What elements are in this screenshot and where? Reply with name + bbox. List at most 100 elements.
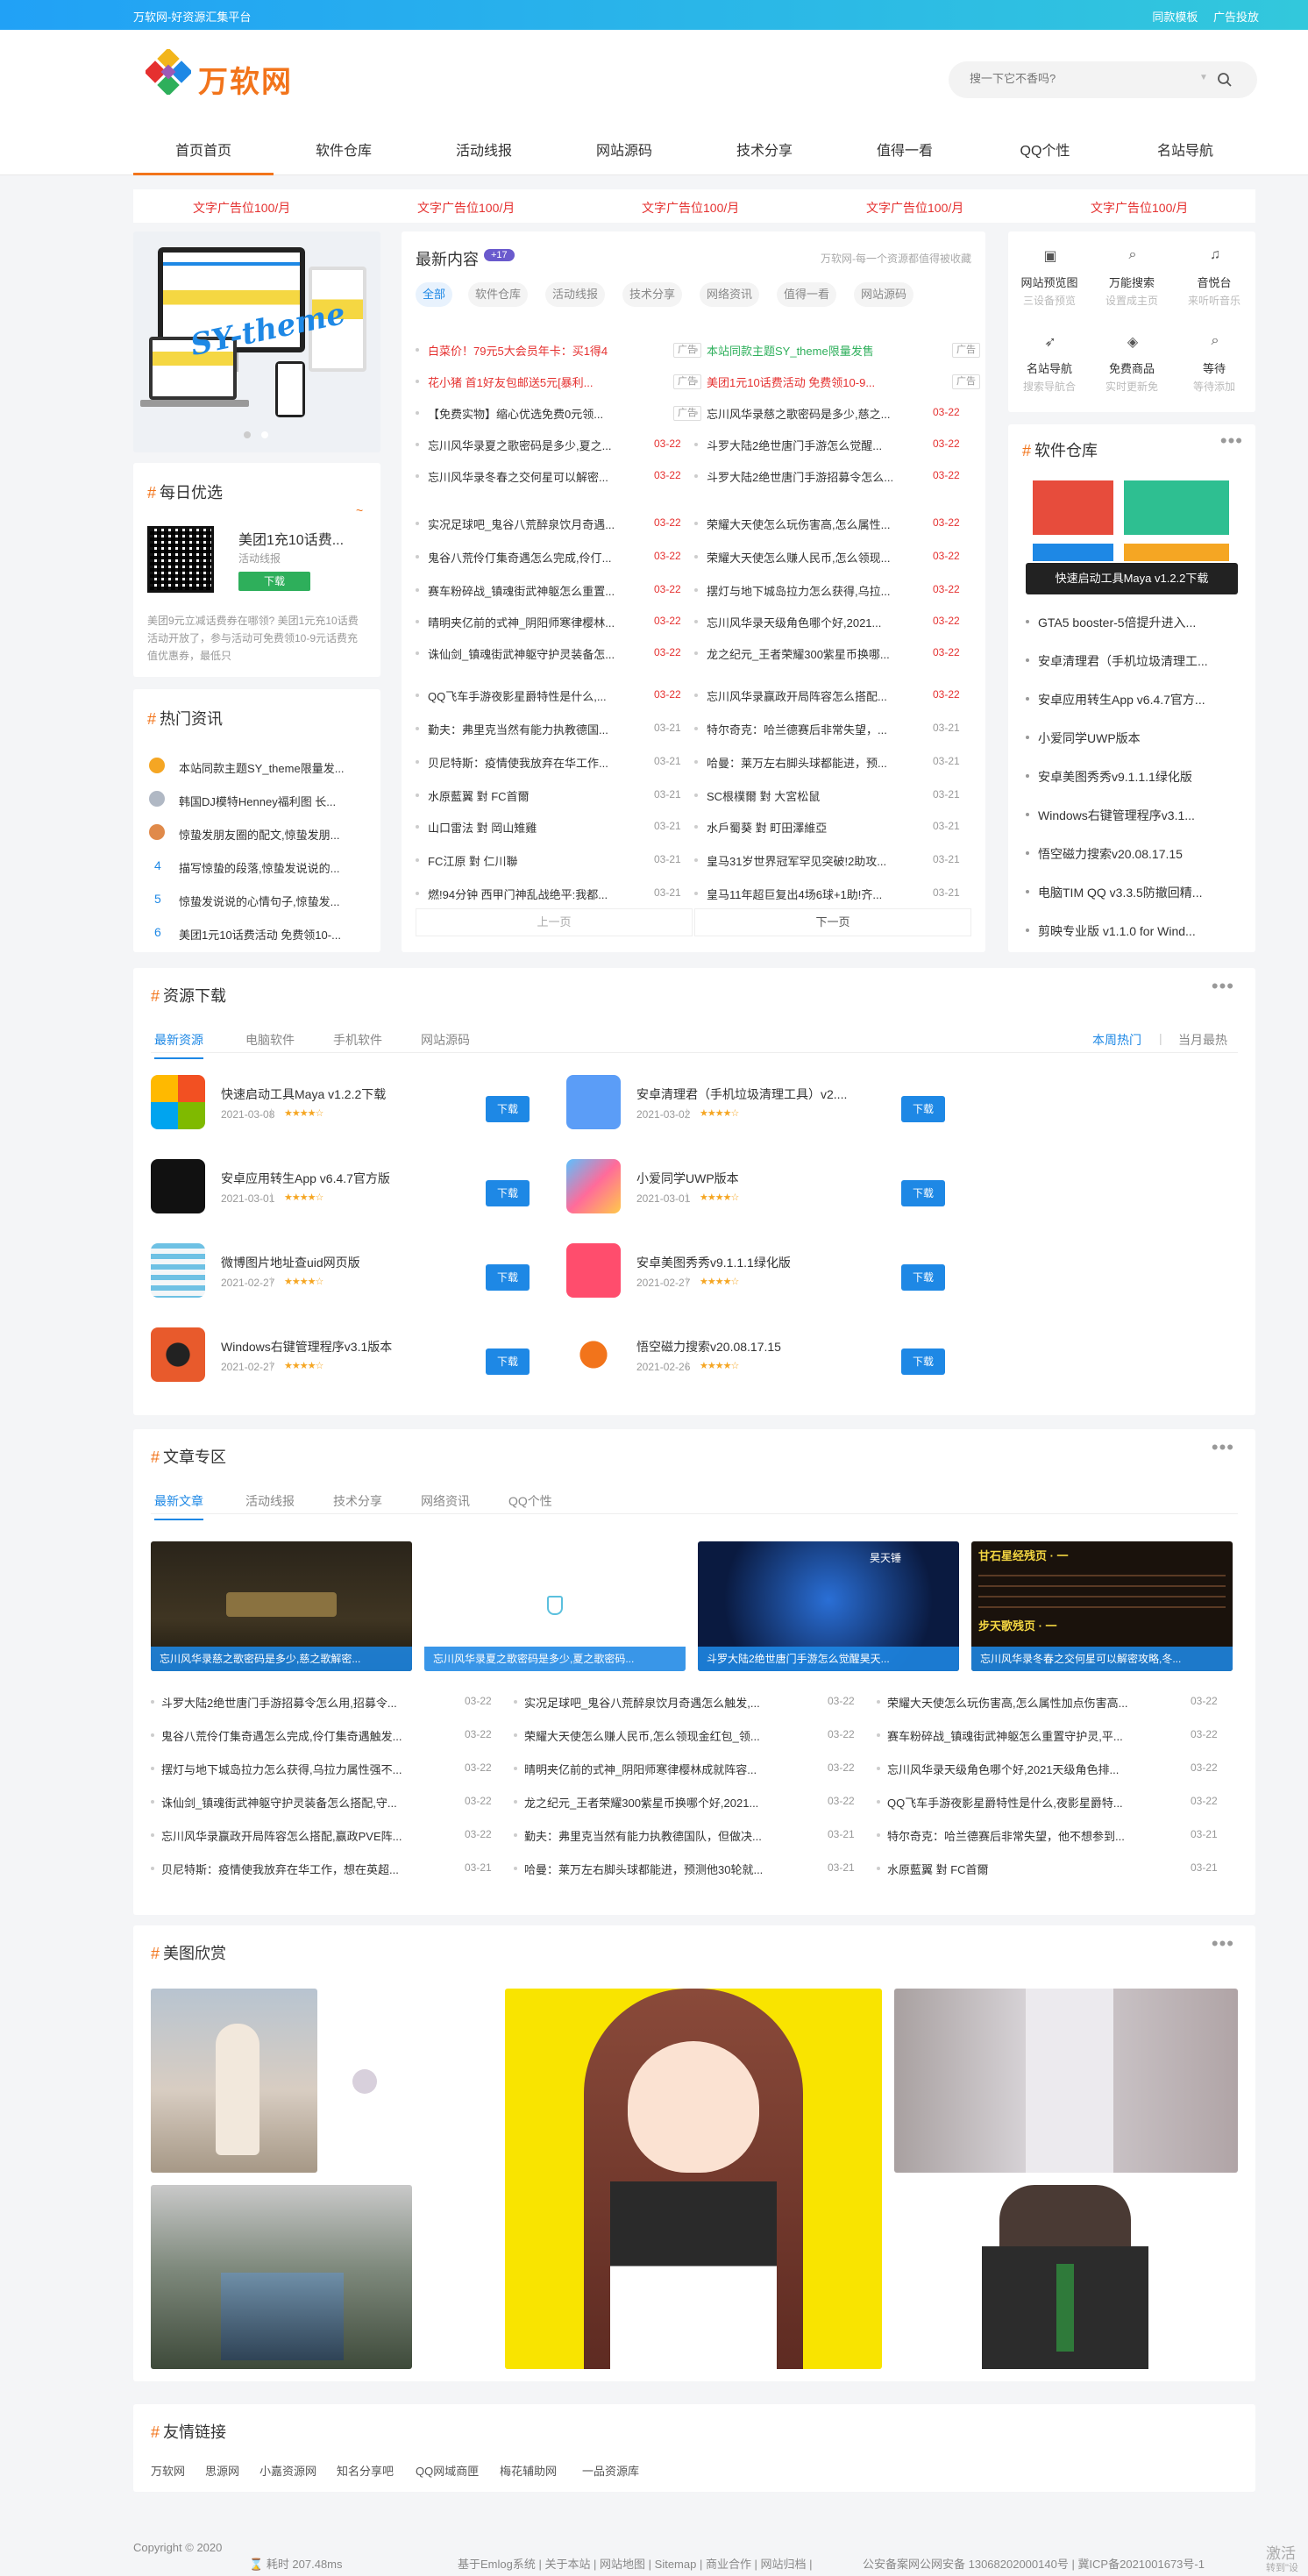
software-link[interactable]: Windows右键管理程序v3.1...: [1038, 807, 1241, 824]
download-button[interactable]: 下载: [901, 1264, 945, 1291]
quick-link-icon[interactable]: ➶: [1040, 333, 1061, 351]
carousel-dot[interactable]: [261, 431, 268, 438]
software-link[interactable]: 剪映专业版 v1.1.0 for Wind...: [1038, 922, 1241, 940]
gallery-photo[interactable]: [894, 1989, 1238, 2173]
nav-worth[interactable]: 值得一看: [835, 130, 975, 175]
article-link[interactable]: 斗罗大陆2绝世唐门手游招募令怎么用,招募令...: [161, 1694, 456, 1711]
more-icon[interactable]: •••: [1212, 975, 1234, 998]
article-link[interactable]: 荣耀大天使怎么赚人民币,怎么领现金红包_领...: [524, 1727, 819, 1744]
hot-news-link[interactable]: 描写惊蛰的段落,惊蛰发说说的...: [179, 859, 370, 876]
quick-link-icon[interactable]: ◈: [1122, 333, 1143, 351]
theme-banner[interactable]: SY-theme: [133, 231, 380, 452]
hot-news-link[interactable]: 惊蛰发朋友圈的配文,惊蛰发朋...: [179, 826, 370, 843]
friend-link[interactable]: 知名分享吧: [337, 2462, 394, 2479]
next-page-button[interactable]: 下一页: [694, 908, 971, 936]
softlib-overlay[interactable]: 快速启动工具Maya v1.2.2下载: [1026, 563, 1238, 594]
hot-news-link[interactable]: 韩国DJ模特Henney福利图 长...: [179, 793, 370, 809]
latest-tab[interactable]: 值得一看: [777, 282, 837, 307]
resource-title[interactable]: 安卓应用转生App v6.4.7官方版: [221, 1170, 484, 1187]
latest-link[interactable]: 本站同款主题SY_theme限量发售: [707, 342, 917, 359]
resource-title[interactable]: 安卓清理君（手机垃圾清理工具）v2....: [636, 1085, 899, 1103]
ad-slot[interactable]: 文字广告位100/月: [193, 199, 290, 217]
quick-link-title[interactable]: 网站预览图: [1008, 274, 1091, 290]
resource-tab[interactable]: 电脑软件: [245, 1031, 295, 1049]
software-link[interactable]: 安卓清理君（手机垃圾清理工...: [1038, 652, 1241, 670]
resource-tab[interactable]: 最新资源: [154, 1031, 203, 1059]
quick-link-title[interactable]: 名站导航: [1008, 359, 1091, 376]
hot-news-link[interactable]: 美团1元10话费活动 免费领10-...: [179, 926, 370, 943]
article-link[interactable]: 龙之纪元_王者荣耀300紫星币换哪个好,2021...: [524, 1794, 819, 1811]
resource-tab-monthly[interactable]: 当月最热: [1178, 1031, 1227, 1049]
resource-tab[interactable]: 网站源码: [421, 1031, 470, 1049]
article-thumb[interactable]: 昊天锤 斗罗大陆2绝世唐门手游怎么觉醒昊天...: [698, 1541, 959, 1671]
software-link[interactable]: 安卓美图秀秀v9.1.1.1绿化版: [1038, 768, 1241, 786]
latest-link[interactable]: 荣耀大天使怎么玩伤害高,怎么属性...: [707, 516, 917, 532]
nav-home[interactable]: 首页首页: [133, 130, 274, 175]
app-icon[interactable]: [151, 1075, 205, 1129]
software-link[interactable]: 电脑TIM QQ v3.3.5防撤回精...: [1038, 884, 1241, 901]
latest-tab[interactable]: 活动线报: [545, 282, 606, 307]
nav-software[interactable]: 软件仓库: [274, 130, 414, 175]
latest-link[interactable]: 忘川风华录天级角色哪个好,2021...: [707, 614, 917, 630]
article-link[interactable]: 忘川风华录赢政开局阵容怎么搭配,赢政PVE阵...: [161, 1827, 456, 1844]
resource-title[interactable]: 小爱同学UWP版本: [636, 1170, 899, 1187]
article-tab[interactable]: 最新文章: [154, 1492, 203, 1520]
article-link[interactable]: 实况足球吧_鬼谷八荒醉泉饮月奇遇怎么触发,...: [524, 1694, 819, 1711]
resource-tab-weekly[interactable]: 本周热门: [1092, 1031, 1141, 1049]
latest-tab[interactable]: 网络资讯: [700, 282, 760, 307]
quick-link-icon[interactable]: ▣: [1040, 247, 1061, 265]
resource-tab[interactable]: 手机软件: [333, 1031, 382, 1049]
article-link[interactable]: 摆灯与地下城岛拉力怎么获得,乌拉力属性强不...: [161, 1761, 456, 1777]
latest-link[interactable]: 哈曼：莱万左右脚头球都能进，预...: [707, 754, 917, 771]
latest-link[interactable]: 龙之纪元_王者荣耀300紫星币换哪...: [707, 645, 917, 662]
resource-title[interactable]: 快速启动工具Maya v1.2.2下载: [221, 1085, 484, 1103]
latest-link[interactable]: 勤夫：弗里克当然有能力执教德国...: [428, 721, 638, 737]
chevron-down-icon[interactable]: ▼: [1199, 73, 1208, 82]
latest-link[interactable]: 诛仙剑_镇魂街武神躯守护灵装备怎...: [428, 645, 638, 662]
latest-tab[interactable]: 技术分享: [622, 282, 683, 307]
search-input[interactable]: [970, 72, 1189, 85]
latest-link[interactable]: 水戶蜀葵 對 町田澤維亞: [707, 819, 917, 836]
gallery-photo[interactable]: [894, 2185, 1238, 2369]
article-link[interactable]: 忘川风华录天级角色哪个好,2021天级角色排...: [887, 1761, 1182, 1777]
latest-link[interactable]: 贝尼特斯：疫情使我放弃在华工作...: [428, 754, 638, 771]
quick-link-icon[interactable]: ♫: [1205, 247, 1226, 263]
logo-icon[interactable]: [146, 49, 191, 95]
article-tab[interactable]: 活动线报: [245, 1492, 295, 1510]
app-icon[interactable]: [151, 1243, 205, 1298]
search-icon[interactable]: [1217, 72, 1233, 88]
nav-sites[interactable]: 名站导航: [1115, 130, 1255, 175]
article-thumb[interactable]: 忘川风华录慈之歌密码是多少,慈之歌解密...: [151, 1541, 412, 1671]
nav-activity[interactable]: 活动线报: [414, 130, 554, 175]
latest-tab[interactable]: 网站源码: [854, 282, 914, 307]
article-link[interactable]: 晴明夹亿前的式神_阴阳师寒律樱林成就阵容...: [524, 1761, 819, 1777]
article-link[interactable]: 赛车粉碎战_镇魂街武神躯怎么重置守护灵,平...: [887, 1727, 1182, 1744]
article-link[interactable]: QQ飞车手游夜影星爵特性是什么,夜影星爵特...: [887, 1794, 1182, 1811]
daily-download-button[interactable]: 下载: [238, 572, 310, 591]
footer-icp[interactable]: 公安备案网公网安备 13068202000140号 | 冀ICP备2021001…: [863, 2555, 1205, 2572]
latest-link[interactable]: 山口雷法 對 岡山雉雞: [428, 819, 638, 836]
quick-link-title[interactable]: 音悦台: [1173, 274, 1255, 290]
download-button[interactable]: 下载: [901, 1096, 945, 1122]
latest-link[interactable]: 忘川风华录夏之歌密码是多少,夏之...: [428, 437, 638, 453]
article-link[interactable]: 贝尼特斯：疫情使我放弃在华工作，想在英超...: [161, 1861, 456, 1877]
article-link[interactable]: 水原藍翼 對 FC首爾: [887, 1861, 1182, 1877]
nav-qq[interactable]: QQ个性: [975, 130, 1115, 175]
article-link[interactable]: 诛仙剑_镇魂街武神躯守护灵装备怎么搭配,守...: [161, 1794, 456, 1811]
latest-link[interactable]: 赛车粉碎战_镇魂街武神躯怎么重置...: [428, 582, 638, 599]
article-link[interactable]: 勤夫：弗里克当然有能力执教德国队，但做决...: [524, 1827, 819, 1844]
footer-links[interactable]: 基于Emlog系统 | 关于本站 | 网站地图 | Sitemap | 商业合作…: [458, 2555, 813, 2572]
ad-slot[interactable]: 文字广告位100/月: [1091, 199, 1188, 217]
gallery-photo[interactable]: [317, 1989, 412, 2173]
latest-link[interactable]: 鬼谷八荒伶仃集奇遇怎么完成,伶仃...: [428, 549, 638, 566]
more-icon[interactable]: •••: [1212, 1932, 1234, 1955]
app-icon[interactable]: [151, 1327, 205, 1382]
resource-title[interactable]: Windows右键管理程序v3.1版本: [221, 1338, 484, 1356]
download-button[interactable]: 下载: [901, 1180, 945, 1206]
latest-link[interactable]: 皇马31岁世界冠军罕见突破!2助攻...: [707, 852, 917, 869]
article-tab[interactable]: 技术分享: [333, 1492, 382, 1510]
resource-title[interactable]: 安卓美图秀秀v9.1.1.1绿化版: [636, 1254, 899, 1271]
software-link[interactable]: 安卓应用转生App v6.4.7官方...: [1038, 691, 1241, 708]
app-icon[interactable]: [151, 1159, 205, 1213]
hot-news-link[interactable]: 本站同款主题SY_theme限量发...: [179, 759, 370, 776]
